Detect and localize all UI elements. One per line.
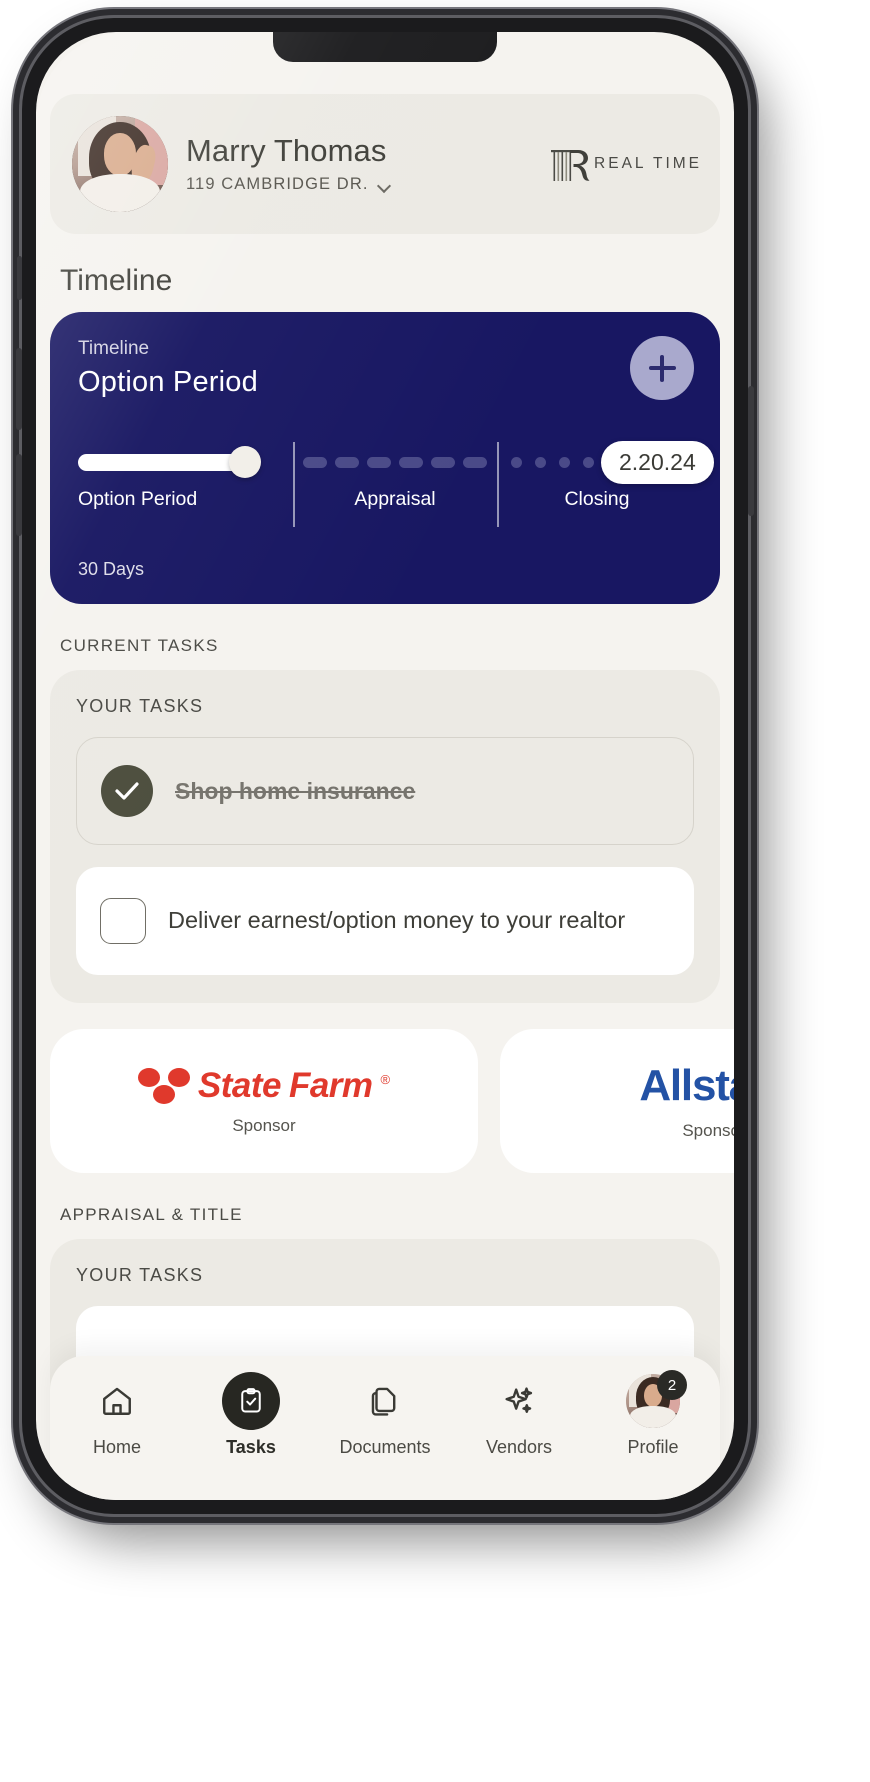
address-label: 119 CAMBRIDGE DR. <box>186 175 369 194</box>
progress-bar-fill <box>78 446 261 478</box>
statefarm-ovals-icon <box>137 1068 190 1104</box>
nav-item-documents[interactable]: Documents <box>323 1374 447 1458</box>
nav-label: Tasks <box>226 1437 276 1457</box>
statefarm-logo: State Farm ® <box>137 1066 391 1106</box>
section-label-current-tasks: CURRENT TASKS <box>60 636 219 655</box>
add-timeline-button[interactable] <box>630 336 694 400</box>
sponsor-name-part1: State <box>197 1066 282 1105</box>
phone-frame: Marry Thomas 119 CAMBRIDGE DR. REAL TIME… <box>16 18 754 1514</box>
home-icon <box>103 1387 131 1415</box>
stage-label: Appraisal <box>354 488 436 510</box>
brand-logo: REAL TIME <box>548 143 702 185</box>
allstate-logo: Allstate <box>639 1061 734 1110</box>
bottom-navigation-bar[interactable]: Home Tasks Documents Vendors 2 Profile <box>50 1356 720 1500</box>
nav-item-vendors[interactable]: Vendors <box>457 1374 581 1458</box>
active-nav-pill <box>222 1372 280 1430</box>
page-title: Timeline <box>60 264 173 297</box>
phone-screen: Marry Thomas 119 CAMBRIDGE DR. REAL TIME… <box>36 32 734 1500</box>
sponsor-card-allstate[interactable]: Allstate Sponsor <box>500 1029 734 1173</box>
task-row-pending[interactable]: Deliver earnest/option money to your rea… <box>76 867 694 975</box>
stage-label: Option Period <box>78 488 198 510</box>
registered-mark: ® <box>380 1072 391 1087</box>
page-user-name: Marry Thomas <box>186 132 387 168</box>
sparkles-icon <box>505 1387 533 1413</box>
chevron-down-icon <box>378 181 391 189</box>
sponsor-caption: Sponsor <box>682 1121 734 1140</box>
sponsor-name-part2: Farm <box>288 1066 373 1105</box>
power-button[interactable] <box>748 386 754 516</box>
timeline-stage-option-period[interactable]: Option Period <box>78 442 293 511</box>
timeline-card[interactable]: Timeline Option Period Option Period App… <box>50 312 720 604</box>
sponsor-card-statefarm[interactable]: State Farm ® Sponsor <box>50 1029 478 1173</box>
volume-down-button[interactable] <box>16 454 22 536</box>
profile-header-card[interactable]: Marry Thomas 119 CAMBRIDGE DR. REAL TIME <box>50 94 720 234</box>
nav-label: Home <box>92 1437 141 1457</box>
progress-track-complete[interactable] <box>78 442 293 482</box>
checkbox-checked[interactable] <box>101 765 153 817</box>
stage-divider <box>293 442 295 527</box>
timeline-stage-row: Option Period Appraisal 2.20.24 Closing <box>78 440 720 527</box>
stage-divider <box>497 442 499 527</box>
volume-up-button[interactable] <box>16 348 22 430</box>
clipboard-check-icon <box>241 1388 261 1413</box>
brand-wordmark: REAL TIME <box>594 155 702 172</box>
nav-item-profile[interactable]: 2 Profile <box>591 1370 715 1458</box>
nav-item-tasks[interactable]: Tasks <box>189 1372 313 1458</box>
timeline-stage-closing[interactable]: 2.20.24 Closing <box>497 440 714 527</box>
nav-label: Documents <box>339 1437 431 1457</box>
scrollable-content[interactable]: Marry Thomas 119 CAMBRIDGE DR. REAL TIME… <box>36 32 734 1500</box>
timeline-current-stage: Option Period <box>78 366 258 398</box>
timeline-kicker: Timeline <box>78 338 150 359</box>
group-label: YOUR TASKS <box>76 696 204 716</box>
task-row-completed[interactable]: Shop home insurance <box>76 737 694 845</box>
nav-label: Profile <box>627 1437 679 1457</box>
sponsor-carousel[interactable]: State Farm ® Sponsor Allstate Sponsor <box>36 1029 734 1173</box>
progress-track-upcoming: 2.20.24 <box>497 440 714 484</box>
tasks-group-current: YOUR TASKS Shop home insurance Deliver e… <box>50 670 720 1003</box>
stage-label: Closing <box>564 488 630 510</box>
documents-icon <box>371 1387 396 1416</box>
timeline-stage-appraisal[interactable]: Appraisal <box>293 442 497 527</box>
nav-label: Vendors <box>485 1437 553 1457</box>
checkbox-unchecked[interactable] <box>100 898 146 944</box>
header-text: Marry Thomas 119 CAMBRIDGE DR. <box>186 132 530 194</box>
group-label: YOUR TASKS <box>76 1265 204 1285</box>
check-icon <box>115 782 139 800</box>
progress-track-pending <box>293 442 497 482</box>
task-label: Deliver earnest/option money to your rea… <box>168 907 626 934</box>
notification-badge: 2 <box>657 1370 687 1400</box>
nav-item-home[interactable]: Home <box>55 1374 179 1458</box>
progress-knob[interactable] <box>229 446 261 478</box>
sponsor-caption: Sponsor <box>232 1116 296 1135</box>
timeline-duration: 30 Days <box>78 559 145 579</box>
task-label: Shop home insurance <box>175 777 416 804</box>
closing-date-badge[interactable]: 2.20.24 <box>601 440 714 484</box>
r-monogram-icon <box>551 150 590 181</box>
section-label-appraisal-title: APPRAISAL & TITLE <box>60 1205 243 1224</box>
address-selector[interactable]: 119 CAMBRIDGE DR. <box>186 175 530 194</box>
silent-switch[interactable] <box>17 256 22 300</box>
avatar[interactable] <box>72 116 168 212</box>
